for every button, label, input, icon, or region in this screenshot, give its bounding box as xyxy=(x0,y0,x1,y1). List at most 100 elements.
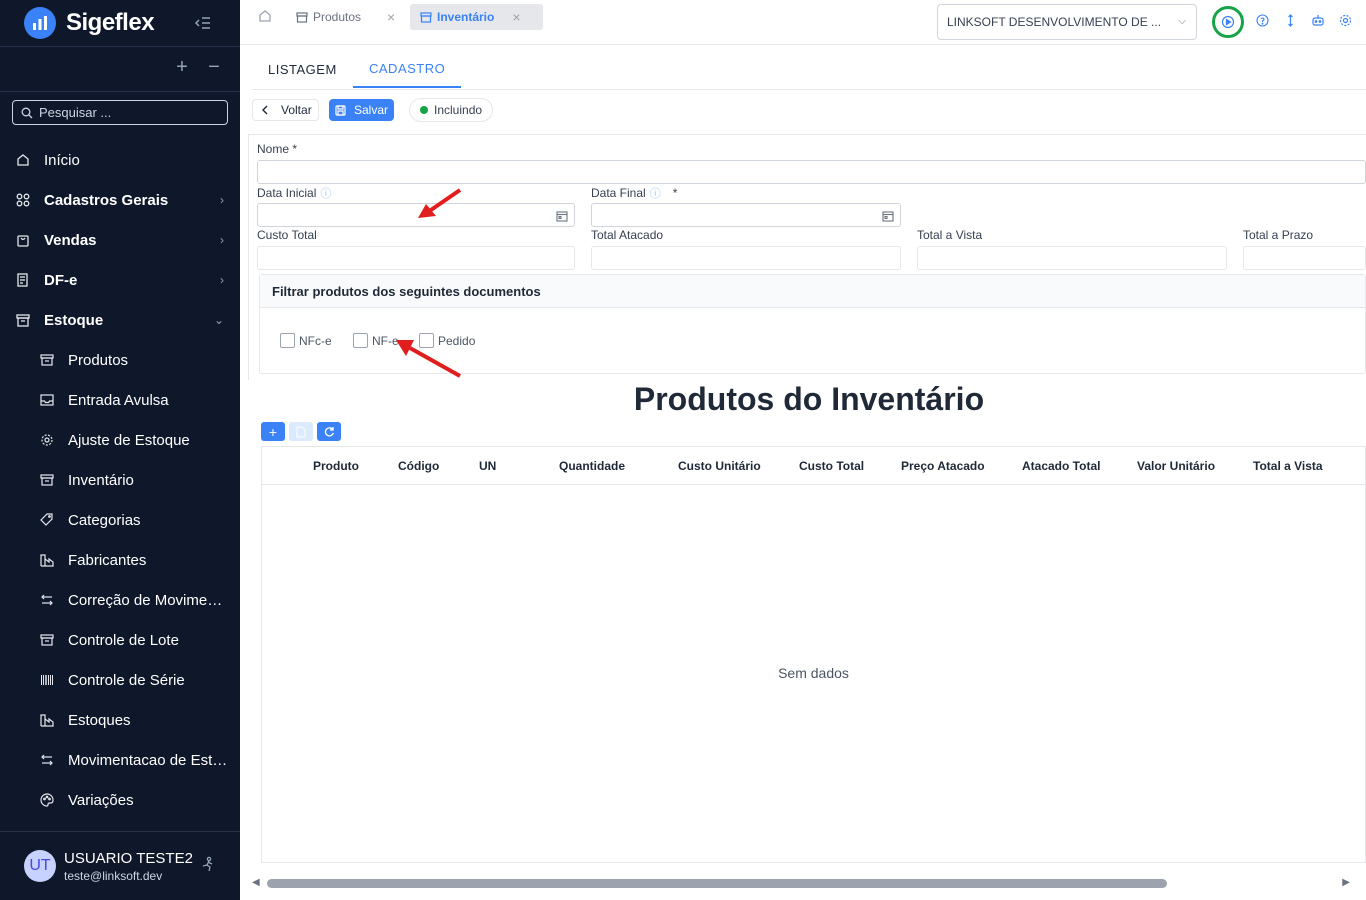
scrollbar-thumb[interactable] xyxy=(267,879,1167,888)
grid-header: Produto Código UN Quantidade Custo Unitário C… xyxy=(262,447,1365,485)
total-vista-label: Total a Vista xyxy=(917,228,983,242)
sidebar-item-label: Cadastros Gerais xyxy=(44,191,169,209)
sidebar-item-ajuste-de-estoque[interactable]: Ajuste de Estoque xyxy=(0,420,240,460)
checkbox-box[interactable] xyxy=(280,333,295,348)
sidebar-item-categorias[interactable]: Categorias xyxy=(0,500,240,540)
total-vista-input xyxy=(917,246,1227,270)
sidebar-item-inventario[interactable]: Inventário xyxy=(0,460,240,500)
sidebar-item-dfe[interactable]: DF-e › xyxy=(0,260,240,300)
checkbox-nfe[interactable]: NF-e xyxy=(353,333,399,348)
column-header[interactable]: Custo Total xyxy=(799,459,864,473)
column-header[interactable]: Valor Unitário xyxy=(1137,459,1215,473)
sidebar-item-label: Controle de Lote xyxy=(68,631,179,649)
sidebar-item-controle-de-lote[interactable]: Controle de Lote xyxy=(0,620,240,660)
empty-state: Sem dados xyxy=(778,665,849,681)
sidebar-item-label: Início xyxy=(44,151,80,169)
logout-icon[interactable] xyxy=(200,856,216,875)
tab-produtos[interactable]: Produtos × xyxy=(286,4,405,30)
refresh-button[interactable] xyxy=(317,422,341,441)
factory-icon xyxy=(40,713,54,727)
sidebar-item-label: Correção de Movimento xyxy=(68,591,228,609)
custo-total-label: Custo Total xyxy=(257,228,317,242)
checkbox-box[interactable] xyxy=(419,333,434,348)
save-button[interactable]: Salvar xyxy=(329,99,395,121)
column-header[interactable]: Atacado Total xyxy=(1022,459,1100,473)
sidebar-item-entrada-avulsa[interactable]: Entrada Avulsa xyxy=(0,380,240,420)
help-icon[interactable] xyxy=(1256,14,1270,28)
tab-inventario[interactable]: Inventário × xyxy=(410,4,543,30)
avatar[interactable]: UT xyxy=(24,850,56,882)
nome-input[interactable] xyxy=(257,160,1366,184)
sidebar-item-estoques[interactable]: Estoques xyxy=(0,700,240,740)
sidebar-item-label: Entrada Avulsa xyxy=(68,391,169,409)
data-final-input[interactable] xyxy=(591,203,901,227)
status-text: Incluindo xyxy=(434,103,483,117)
tab-listagem[interactable]: LISTAGEM xyxy=(252,50,353,88)
back-button[interactable]: Voltar xyxy=(252,99,319,121)
swap-icon xyxy=(40,753,54,767)
column-header[interactable]: Total a Vista xyxy=(1253,459,1323,473)
column-header[interactable]: Código xyxy=(398,459,439,473)
sidebar-item-fabricantes[interactable]: Fabricantes xyxy=(0,540,240,580)
horizontal-scrollbar[interactable]: ◀ ▶ xyxy=(252,876,1356,890)
column-header[interactable]: Preço Atacado xyxy=(901,459,985,473)
checkbox-label: NFc-e xyxy=(299,333,332,348)
column-header[interactable]: Quantidade xyxy=(559,459,625,473)
scroll-right-icon[interactable]: ▶ xyxy=(1342,877,1350,888)
close-tab-icon[interactable]: × xyxy=(512,9,520,25)
custo-total-input xyxy=(257,246,575,270)
collapse-all-icon[interactable]: − xyxy=(204,57,224,77)
data-final-label: Data Final ⓘ * xyxy=(591,186,678,200)
play-icon[interactable] xyxy=(1212,6,1244,38)
products-title: Produtos do Inventário xyxy=(633,381,985,417)
checkbox-label: NF-e xyxy=(372,333,399,348)
close-tab-icon[interactable]: × xyxy=(387,9,395,25)
robot-icon[interactable] xyxy=(1311,14,1325,28)
chevron-down-icon: ⌄ xyxy=(213,313,224,327)
checkbox-box[interactable] xyxy=(353,333,368,348)
save-icon xyxy=(335,104,346,116)
home-tab-icon[interactable] xyxy=(258,9,274,25)
sidebar-item-controle-de-serie[interactable]: Controle de Série xyxy=(0,660,240,700)
collapse-sidebar-icon[interactable] xyxy=(194,14,212,32)
sidebar-item-estoque[interactable]: Estoque ⌄ xyxy=(0,300,240,340)
checkbox-pedido[interactable]: Pedido xyxy=(419,333,475,348)
company-select[interactable]: LINKSOFT DESENVOLVIMENTO DE ... ⌵ xyxy=(937,4,1197,40)
add-row-button[interactable]: + xyxy=(261,422,285,441)
data-inicial-label: Data Inicial ⓘ xyxy=(257,186,332,200)
sidebar-item-produtos[interactable]: Produtos xyxy=(0,340,240,380)
column-header[interactable]: Custo Unitário xyxy=(678,459,761,473)
sidebar-item-inicio[interactable]: Início xyxy=(0,140,240,180)
sidebar-item-vendas[interactable]: Vendas › xyxy=(0,220,240,260)
calendar-icon[interactable] xyxy=(882,209,894,222)
total-atacado-label: Total Atacado xyxy=(591,228,664,242)
total-prazo-input xyxy=(1243,246,1366,270)
sidebar-item-cadastros-gerais[interactable]: Cadastros Gerais › xyxy=(0,180,240,220)
expand-all-icon[interactable]: + xyxy=(172,57,192,77)
sidebar-item-variacoes[interactable]: Variações xyxy=(0,780,240,820)
gear-icon[interactable] xyxy=(1339,14,1353,28)
tab-cadastro[interactable]: CADASTRO xyxy=(353,50,462,88)
vertical-arrows-icon[interactable] xyxy=(1284,14,1298,28)
sidebar-item-correcao-de-movimento[interactable]: Correção de Movimento xyxy=(0,580,240,620)
tab-label: Inventário xyxy=(437,10,495,24)
total-prazo-label: Total a Prazo xyxy=(1243,228,1314,242)
search-input[interactable] xyxy=(39,105,219,120)
sidebar-item-label: Produtos xyxy=(68,351,129,369)
chevron-down-icon: ⌵ xyxy=(1178,16,1186,27)
column-header[interactable]: UN xyxy=(479,459,496,473)
sidebar: Sigeflex + − Início Cadastros Gerais › V… xyxy=(0,0,240,900)
chevron-right-icon: › xyxy=(220,273,224,287)
save-button-label: Salvar xyxy=(354,103,389,117)
scroll-left-icon[interactable]: ◀ xyxy=(252,877,260,888)
calendar-icon[interactable] xyxy=(556,209,568,222)
chevron-right-icon: › xyxy=(220,233,224,247)
sidebar-item-movimentacao-de-estoque[interactable]: Movimentacao de Estoque xyxy=(0,740,240,780)
nome-label: Nome * xyxy=(257,142,298,156)
filter-panel: Filtrar produtos dos seguintes documento… xyxy=(259,274,1366,374)
sidebar-item-label: Vendas xyxy=(44,231,97,249)
factory-icon xyxy=(40,553,54,567)
checkbox-nfce[interactable]: NFc-e xyxy=(280,333,332,348)
data-inicial-input[interactable] xyxy=(257,203,575,227)
column-header[interactable]: Produto xyxy=(313,459,359,473)
